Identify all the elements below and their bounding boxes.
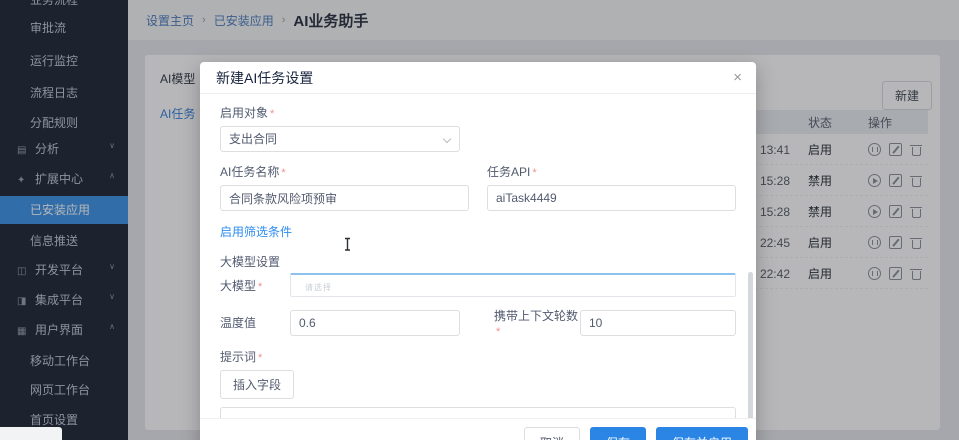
modal-body: 启用对象* 支出合同 AI任务名称* 任务API* 启用筛选条件 大模型设置 (200, 94, 756, 418)
insert-field-button[interactable]: 插入字段 (220, 370, 294, 399)
app-window: 业务流程 审批流 运行监控 流程日志 分配规则 ▤分析 ∨ ✦扩展中心 ∧ 已安… (0, 0, 959, 440)
prompt-label: 提示词 (220, 350, 256, 364)
model-select-hint: 请选择 (305, 282, 332, 293)
required-mark: * (496, 326, 500, 338)
enable-filter-link[interactable]: 启用筛选条件 (220, 225, 292, 239)
save-button[interactable]: 保存 (590, 427, 646, 440)
bottom-left-popup (0, 427, 62, 440)
enable-target-label: 启用对象 (220, 106, 268, 120)
enable-target-select[interactable]: 支出合同 (220, 126, 460, 152)
temperature-label: 温度值 (220, 314, 290, 331)
modal-title: 新建AI任务设置 (216, 70, 313, 86)
model-section-label: 大模型设置 (220, 253, 736, 270)
chevron-down-icon (443, 135, 451, 143)
new-ai-task-modal: 新建AI任务设置 × 启用对象* 支出合同 AI任务名称* 任务API* (200, 62, 756, 440)
save-and-enable-button[interactable]: 保存并启用 (656, 427, 748, 440)
required-mark: * (532, 167, 536, 179)
context-rounds-input[interactable] (580, 310, 736, 336)
modal-scrollbar-thumb[interactable] (748, 272, 753, 420)
required-mark: * (270, 108, 274, 120)
task-name-input[interactable] (220, 185, 469, 211)
required-mark: * (281, 167, 285, 179)
required-mark: * (258, 352, 262, 364)
prompt-textarea[interactable] (220, 407, 736, 418)
model-label: 大模型 (220, 279, 256, 293)
close-icon[interactable]: × (733, 62, 742, 94)
cancel-button[interactable]: 取消 (524, 427, 580, 440)
task-api-label: 任务API (487, 165, 530, 179)
task-name-label: AI任务名称 (220, 165, 279, 179)
modal-header: 新建AI任务设置 × (200, 62, 756, 94)
text-cursor (342, 237, 353, 257)
modal-footer: 取消 保存 保存并启用 (200, 418, 756, 440)
task-api-input[interactable] (487, 185, 736, 211)
temperature-input[interactable] (290, 310, 460, 336)
required-mark: * (258, 281, 262, 293)
model-select[interactable]: 请选择 (290, 273, 736, 297)
context-rounds-label: 携带上下文轮数 (494, 309, 578, 323)
